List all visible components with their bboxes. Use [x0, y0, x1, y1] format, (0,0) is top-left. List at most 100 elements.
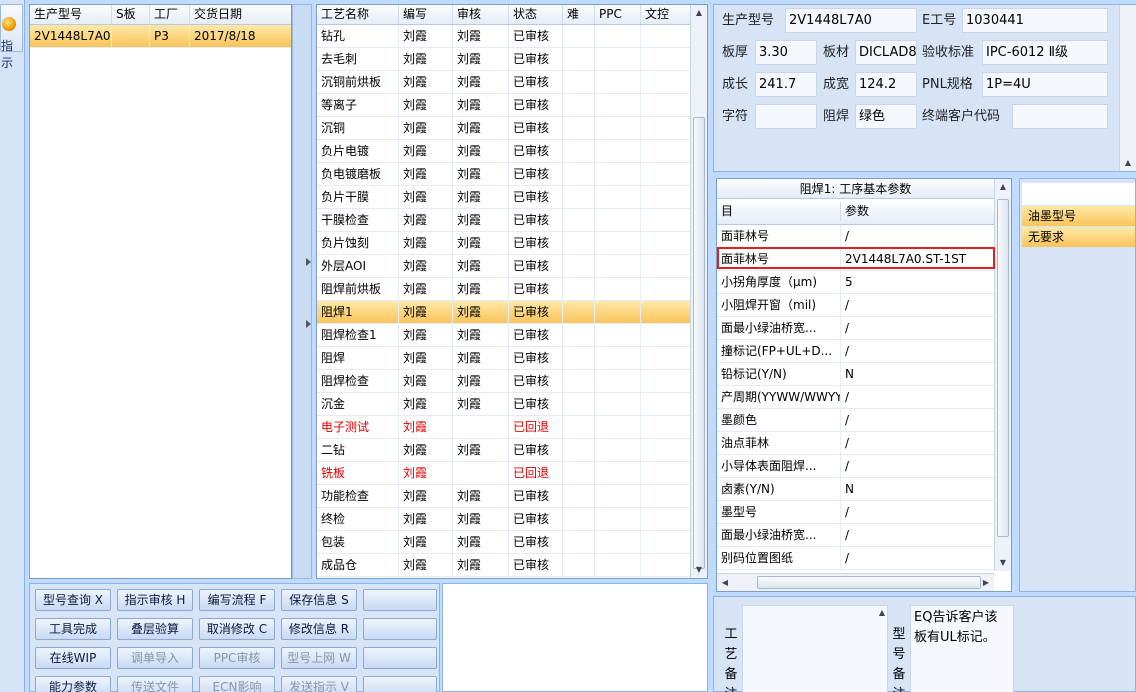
- process-row[interactable]: 去毛刺 刘霞 刘霞 已审核: [317, 48, 691, 71]
- action-button[interactable]: 保存信息 S: [281, 589, 357, 611]
- action-button[interactable]: 指示审核 H: [117, 589, 193, 611]
- reviewer-cell: 刘霞: [453, 531, 509, 553]
- process-row[interactable]: 负片电镀 刘霞 刘霞 已审核: [317, 140, 691, 163]
- empty-button[interactable]: [363, 647, 437, 669]
- process-row[interactable]: 电子测试 刘霞 已回退: [317, 416, 691, 439]
- param-row[interactable]: 墨颜色 /: [717, 409, 996, 432]
- scroll-up-icon[interactable]: ▲: [691, 5, 707, 21]
- scroll-thumb[interactable]: [997, 199, 1009, 537]
- param-row[interactable]: 面最小绿油桥宽... /: [717, 317, 996, 340]
- process-row[interactable]: 铣板 刘霞 已回退: [317, 462, 691, 485]
- param-hscrollbar[interactable]: ◀ ▶: [717, 573, 994, 591]
- action-button[interactable]: PPC审核: [199, 647, 275, 669]
- param-row[interactable]: 面菲林号 /: [717, 225, 996, 248]
- param-row[interactable]: 小拐角厚度（μm) 5: [717, 271, 996, 294]
- process-row[interactable]: 沉金 刘霞 刘霞 已审核: [317, 393, 691, 416]
- action-button[interactable]: ECN影响: [199, 676, 275, 692]
- length-field[interactable]: 241.7: [755, 72, 817, 97]
- param-row[interactable]: 产周期(YYWW/WWYY) /: [717, 386, 996, 409]
- process-note-field[interactable]: ▲: [742, 605, 888, 692]
- param-row[interactable]: 铅标记(Y/N) N: [717, 363, 996, 386]
- action-button[interactable]: 取消修改 C: [199, 618, 275, 640]
- process-row[interactable]: 阻焊 刘霞 刘霞 已审核: [317, 347, 691, 370]
- param-row[interactable]: 别码位置图纸 /: [717, 547, 996, 570]
- process-row[interactable]: 二钻 刘霞 刘霞 已审核: [317, 439, 691, 462]
- process-row[interactable]: 阻焊1 刘霞 刘霞 已审核: [317, 301, 691, 324]
- scroll-right-icon[interactable]: ▶: [978, 575, 994, 591]
- empty-button[interactable]: [363, 676, 437, 692]
- scroll-down-icon[interactable]: ▼: [995, 555, 1011, 571]
- scroll-down-icon[interactable]: ▼: [691, 562, 707, 578]
- notes-panel: 工艺备注 ▲ 型号备注 EQ告诉客户该板有UL标记。: [713, 596, 1136, 692]
- param-row[interactable]: 面最小绿油桥宽... /: [717, 524, 996, 547]
- process-row[interactable]: 包装 刘霞 刘霞 已审核: [317, 531, 691, 554]
- expand-arrow-icon[interactable]: [306, 320, 311, 328]
- process-row[interactable]: 成品仓 刘霞 刘霞 已审核: [317, 554, 691, 577]
- status-cell: 已审核: [509, 324, 563, 346]
- action-button[interactable]: 型号上网 W: [281, 647, 357, 669]
- param-row[interactable]: 小阻焊开窗（mil) /: [717, 294, 996, 317]
- process-row[interactable]: 等离子 刘霞 刘霞 已审核: [317, 94, 691, 117]
- mask-field[interactable]: 绿色: [855, 104, 917, 129]
- doc-control-cell: [641, 393, 691, 415]
- process-row[interactable]: 负片蚀刻 刘霞 刘霞 已审核: [317, 232, 691, 255]
- material-field[interactable]: DICLAD8: [855, 40, 917, 65]
- char-field[interactable]: [755, 104, 817, 129]
- pnl-field[interactable]: 1P=4U: [982, 72, 1108, 97]
- process-row[interactable]: 负电镀磨板 刘霞 刘霞 已审核: [317, 163, 691, 186]
- process-row[interactable]: 沉铜 刘霞 刘霞 已审核: [317, 117, 691, 140]
- eno-field[interactable]: 1030441: [962, 8, 1108, 33]
- scroll-left-icon[interactable]: ◀: [717, 575, 733, 591]
- action-button[interactable]: 发送指示 V: [281, 676, 357, 692]
- process-row[interactable]: 阻焊检查 刘霞 刘霞 已审核: [317, 370, 691, 393]
- action-button[interactable]: 能力参数: [35, 676, 111, 692]
- order-row[interactable]: 2V1448L7A0 P3 2017/8/18: [30, 25, 293, 48]
- param-row[interactable]: 墨型号 /: [717, 501, 996, 524]
- action-button[interactable]: 型号查询 X: [35, 589, 111, 611]
- process-row[interactable]: 负片干膜 刘霞 刘霞 已审核: [317, 186, 691, 209]
- scroll-down-icon[interactable]: ▲: [1120, 155, 1136, 171]
- process-row[interactable]: 功能检查 刘霞 刘霞 已审核: [317, 485, 691, 508]
- scroll-up-icon[interactable]: ▲: [995, 179, 1011, 195]
- action-button[interactable]: 叠层验算: [117, 618, 193, 640]
- model-field[interactable]: 2V1448L7A0: [785, 8, 917, 33]
- process-row[interactable]: 阻焊前烘板 刘霞 刘霞 已审核: [317, 278, 691, 301]
- splitter[interactable]: [292, 4, 312, 579]
- column-header: 目: [717, 202, 841, 221]
- standard-field[interactable]: IPC-6012 Ⅱ级: [982, 40, 1108, 65]
- model-note-field[interactable]: EQ告诉客户该板有UL标记。: [910, 605, 1014, 692]
- empty-button[interactable]: [363, 589, 437, 611]
- process-row[interactable]: 沉铜前烘板 刘霞 刘霞 已审核: [317, 71, 691, 94]
- action-button[interactable]: 在线WIP: [35, 647, 111, 669]
- action-button[interactable]: 工具完成: [35, 618, 111, 640]
- empty-button[interactable]: [363, 618, 437, 640]
- param-scrollbar[interactable]: ▲ ▼: [994, 179, 1011, 571]
- param-row[interactable]: 卤素(Y/N) N: [717, 478, 996, 501]
- instruction-button[interactable]: 指示: [0, 4, 23, 70]
- action-button[interactable]: 编写流程 F: [199, 589, 275, 611]
- action-button[interactable]: 传送文件: [117, 676, 193, 692]
- thickness-field[interactable]: 3.30: [755, 40, 817, 65]
- process-row[interactable]: 外层AOI 刘霞 刘霞 已审核: [317, 255, 691, 278]
- writer-cell: 刘霞: [399, 94, 453, 116]
- process-row[interactable]: 钻孔 刘霞 刘霞 已审核: [317, 25, 691, 48]
- process-row[interactable]: 终检 刘霞 刘霞 已审核: [317, 508, 691, 531]
- param-value: N: [841, 363, 996, 385]
- process-name: 沉铜前烘板: [317, 71, 399, 93]
- expand-arrow-icon[interactable]: [306, 258, 311, 266]
- scroll-thumb[interactable]: [693, 117, 705, 569]
- process-row[interactable]: 阻焊检查1 刘霞 刘霞 已审核: [317, 324, 691, 347]
- width-field[interactable]: 124.2: [855, 72, 917, 97]
- customer-field[interactable]: [1012, 104, 1108, 129]
- process-row[interactable]: 干膜检查 刘霞 刘霞 已审核: [317, 209, 691, 232]
- param-row[interactable]: 小导体表面阻焊... /: [717, 455, 996, 478]
- action-button[interactable]: 修改信息 R: [281, 618, 357, 640]
- hscroll-thumb[interactable]: [757, 576, 981, 589]
- ink-value[interactable]: 无要求: [1022, 227, 1135, 247]
- process-scrollbar[interactable]: ▲ ▼: [690, 5, 707, 578]
- info-scrollbar[interactable]: ▲: [1119, 5, 1136, 171]
- scroll-up-icon[interactable]: ▲: [879, 608, 885, 617]
- param-row[interactable]: 油点菲林 /: [717, 432, 996, 455]
- param-row[interactable]: 撞标记(FP+UL+D... /: [717, 340, 996, 363]
- action-button[interactable]: 调单导入: [117, 647, 193, 669]
